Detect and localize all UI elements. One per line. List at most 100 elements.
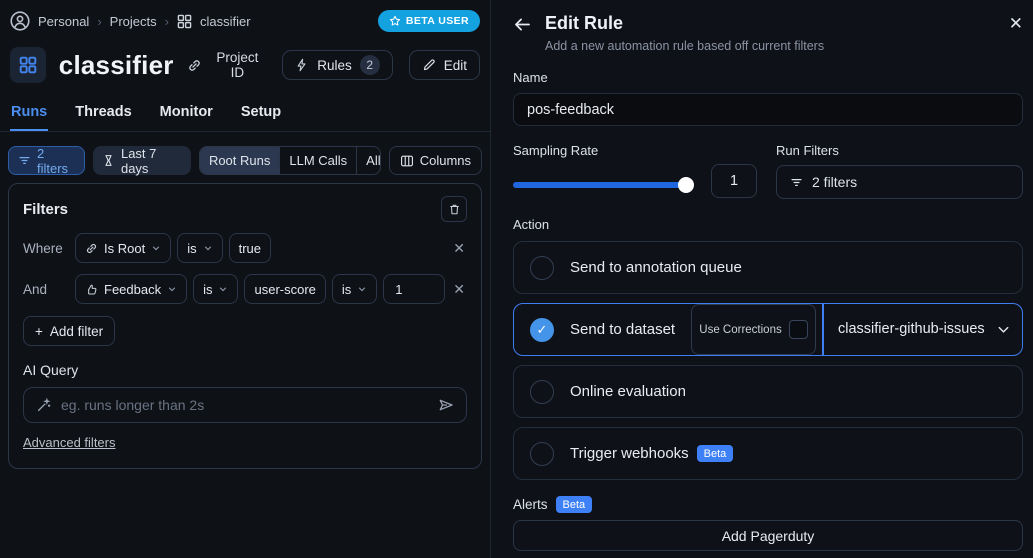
filter-row-2: And Feedback is user-score is 1 ✕: [23, 274, 467, 304]
filter-operator-dropdown[interactable]: is: [193, 274, 239, 304]
ai-query-input[interactable]: [61, 397, 428, 413]
filter-sub-operator-dropdown[interactable]: is: [331, 274, 378, 304]
dataset-name: classifier-github-issues: [838, 320, 985, 337]
use-corrections-label: Use Corrections: [699, 323, 782, 336]
beta-user-badge: BETA USER: [377, 10, 480, 32]
conjunction-label: And: [23, 281, 48, 297]
chevron-right-icon: ›: [164, 13, 169, 29]
filter-value[interactable]: true: [228, 233, 271, 263]
radio-selected[interactable]: ✓: [530, 317, 554, 342]
lightning-icon: [295, 58, 309, 72]
beta-user-label: BETA USER: [405, 15, 469, 27]
filter-key[interactable]: user-score: [244, 274, 326, 304]
filters-panel: Filters Where Is Root is true ✕ And Feed…: [8, 183, 482, 469]
option-send-to-annotation-queue[interactable]: Send to annotation queue: [513, 241, 1023, 294]
run-type-segmented-control: Root Runs LLM Calls All Runs: [198, 146, 381, 175]
dataset-select[interactable]: classifier-github-issues: [822, 304, 1022, 355]
option-trigger-webhooks[interactable]: Trigger webhooks Beta: [513, 427, 1023, 480]
rules-button[interactable]: Rules 2: [282, 50, 393, 80]
remove-filter-icon[interactable]: ✕: [451, 238, 467, 259]
breadcrumb-personal[interactable]: Personal: [38, 14, 89, 29]
chevron-down-icon: [357, 284, 367, 294]
rule-name-input[interactable]: [513, 93, 1023, 126]
filters-count-button[interactable]: 2 filters: [8, 146, 85, 176]
breadcrumb-projects[interactable]: Projects: [110, 14, 157, 29]
chevron-down-icon: [167, 284, 177, 294]
columns-button[interactable]: Columns: [388, 146, 483, 175]
advanced-filters-link[interactable]: Advanced filters: [23, 435, 116, 450]
tab-monitor[interactable]: Monitor: [159, 98, 214, 131]
edit-rule-drawer: Edit Rule ✕ Add a new automation rule ba…: [490, 0, 1033, 558]
slider-thumb[interactable]: [678, 176, 694, 193]
filter-field-dropdown[interactable]: Is Root: [75, 233, 172, 263]
use-corrections-checkbox[interactable]: [788, 320, 808, 339]
option-send-to-dataset[interactable]: ✓ Send to dataset Use Corrections classi…: [513, 303, 1023, 356]
tab-threads[interactable]: Threads: [74, 98, 132, 131]
trash-icon: [448, 203, 461, 216]
beta-badge: Beta: [696, 445, 734, 462]
user-avatar-icon[interactable]: [10, 11, 30, 31]
thumbs-up-icon: [85, 283, 98, 296]
filter-row-1: Where Is Root is true ✕: [23, 233, 467, 263]
hourglass-icon: [102, 154, 115, 167]
project-actions: Project ID Rules 2 Edit: [187, 50, 480, 80]
ai-query-label: AI Query: [23, 362, 79, 378]
filter-field-dropdown[interactable]: Feedback: [75, 274, 188, 304]
runs-toolbar: 2 filters Last 7 days Root Runs LLM Call…: [0, 146, 490, 176]
chevron-down-icon: [996, 322, 1011, 337]
chevron-right-icon: ›: [97, 13, 102, 29]
segment-root-runs[interactable]: Root Runs: [199, 147, 280, 174]
clear-filters-button[interactable]: [441, 196, 467, 222]
filter-icon: [790, 176, 803, 189]
grid-icon: [177, 14, 192, 29]
use-corrections-box: Use Corrections: [691, 304, 816, 355]
run-filters-label: Run Filters: [776, 143, 839, 158]
run-filters-button[interactable]: 2 filters: [776, 165, 1023, 199]
sampling-rate-value[interactable]: 1: [711, 164, 757, 198]
radio-unselected[interactable]: [530, 255, 554, 280]
star-icon: [389, 15, 401, 27]
project-header: classifier Project ID Rules 2 Edit: [0, 45, 490, 85]
breadcrumb-classifier[interactable]: classifier: [200, 14, 251, 29]
tab-bar: Runs Threads Monitor Setup: [0, 98, 490, 132]
add-filter-button[interactable]: + Add filter: [23, 316, 116, 346]
columns-icon: [400, 154, 414, 168]
link-icon: [85, 242, 98, 255]
drawer-subtitle: Add a new automation rule based off curr…: [545, 39, 825, 53]
send-icon[interactable]: [438, 397, 454, 413]
close-icon[interactable]: ✕: [1009, 15, 1023, 34]
name-label: Name: [513, 70, 548, 85]
tab-setup[interactable]: Setup: [240, 98, 282, 131]
link-icon: [187, 58, 202, 73]
project-grid-icon: [10, 47, 46, 83]
filter-icon: [18, 154, 31, 167]
action-label: Action: [513, 217, 550, 232]
ai-query-box: [23, 387, 467, 423]
tab-runs[interactable]: Runs: [10, 98, 49, 131]
sampling-section: Sampling Rate 1 Run Filters 2 filters: [513, 143, 1023, 199]
project-id-button[interactable]: Project ID: [187, 50, 267, 80]
option-online-evaluation[interactable]: Online evaluation: [513, 365, 1023, 418]
filter-value-input[interactable]: 1: [383, 274, 446, 304]
radio-unselected[interactable]: [530, 441, 554, 466]
chevron-down-icon: [203, 243, 213, 253]
segment-llm-calls[interactable]: LLM Calls: [279, 147, 356, 174]
conjunction-label: Where: [23, 240, 63, 256]
date-range-button[interactable]: Last 7 days: [92, 146, 191, 176]
radio-unselected[interactable]: [530, 379, 554, 404]
filter-operator-dropdown[interactable]: is: [177, 233, 223, 263]
segment-all-runs[interactable]: All Runs: [356, 147, 380, 174]
beta-badge: Beta: [555, 496, 593, 513]
edit-button[interactable]: Edit: [408, 50, 480, 80]
plus-icon: +: [35, 323, 43, 339]
page-title: classifier: [58, 49, 174, 80]
sampling-rate-label: Sampling Rate: [513, 143, 599, 158]
project-page: Personal › Projects › classifier BETA US…: [0, 0, 490, 558]
drawer-title: Edit Rule: [545, 13, 624, 33]
sampling-rate-slider[interactable]: [513, 176, 694, 193]
add-pagerduty-button[interactable]: Add Pagerduty: [513, 520, 1023, 551]
remove-filter-icon[interactable]: ✕: [451, 279, 467, 300]
back-arrow-icon[interactable]: [513, 15, 532, 34]
breadcrumb: Personal › Projects › classifier BETA US…: [0, 0, 490, 32]
pencil-icon: [422, 58, 436, 72]
